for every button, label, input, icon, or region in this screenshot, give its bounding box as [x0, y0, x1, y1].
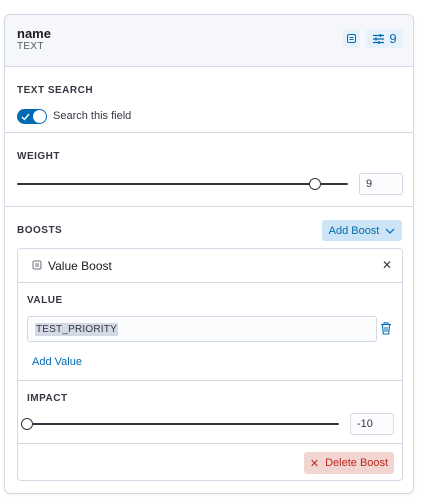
field-header: name TEXT 9 [5, 15, 413, 67]
add-boost-button[interactable]: Add Boost [322, 220, 402, 241]
weight-section: WEIGHT 9 [5, 133, 413, 207]
delete-boost-button[interactable]: ✕ Delete Boost [304, 452, 394, 474]
close-icon[interactable]: ✕ [382, 258, 392, 272]
toggle-knob [33, 110, 46, 123]
document-icon [32, 260, 42, 270]
value-boost-card: Value Boost ✕ VALUE TEST_PRIORITY Add Va… [17, 248, 403, 481]
sliders-icon [373, 33, 385, 44]
document-badge[interactable] [343, 29, 360, 48]
text-search-title: TEXT SEARCH [17, 85, 94, 96]
weight-slider-thumb[interactable] [308, 178, 321, 190]
weight-input[interactable]: 9 [359, 173, 403, 195]
field-boost-panel: name TEXT 9 TEXT SEARCH Search this fiel… [4, 14, 414, 494]
trash-icon[interactable] [380, 322, 392, 335]
delete-boost-label: Delete Boost [325, 457, 389, 469]
boosts-title: BOOSTS [17, 225, 63, 236]
impact-divider [18, 380, 402, 381]
document-icon [347, 34, 356, 43]
boost-value-input[interactable]: TEST_PRIORITY [27, 316, 377, 342]
value-title: VALUE [27, 295, 63, 306]
add-boost-label: Add Boost [328, 224, 380, 237]
boost-card-header: Value Boost ✕ [18, 249, 402, 283]
boosts-section: BOOSTS Add Boost Value Boost ✕ VALUE TES… [5, 207, 413, 493]
search-field-toggle[interactable] [17, 109, 47, 124]
card-footer-divider [18, 443, 402, 444]
text-search-section: TEXT SEARCH Search this field [5, 67, 413, 133]
boost-value-text: TEST_PRIORITY [35, 323, 118, 336]
field-name: name [17, 26, 51, 41]
delete-x-icon: ✕ [309, 457, 320, 470]
impact-slider-track[interactable] [27, 423, 339, 425]
chevron-down-icon [385, 228, 395, 234]
weight-title: WEIGHT [17, 151, 60, 162]
boost-card-title: Value Boost [48, 259, 112, 273]
impact-slider-thumb[interactable] [21, 418, 33, 430]
search-field-label: Search this field [53, 110, 132, 122]
impact-title: IMPACT [27, 393, 68, 404]
add-value-link[interactable]: Add Value [32, 356, 82, 368]
field-type: TEXT [17, 41, 44, 52]
boost-count-badge[interactable]: 9 [366, 29, 403, 48]
check-icon [21, 113, 30, 121]
boost-count: 9 [389, 31, 397, 46]
weight-slider-track[interactable] [17, 183, 348, 185]
impact-input[interactable]: -10 [350, 413, 394, 435]
